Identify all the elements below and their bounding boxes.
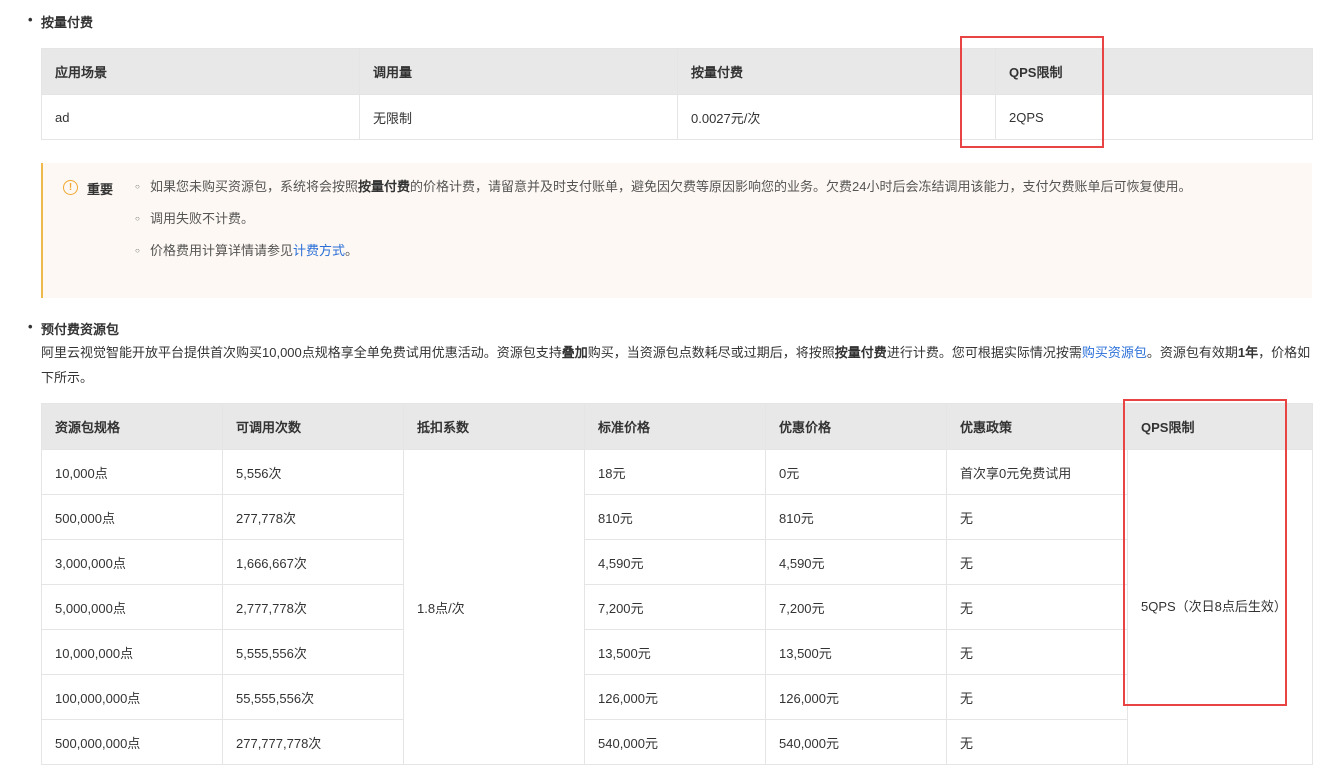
header-cell: 抵扣系数 xyxy=(403,403,585,450)
table-row: 5,000,000点 2,777,778次 7,200元 7,200元 无 xyxy=(41,584,1313,630)
deduction-cell: 1.8点/次 xyxy=(403,449,585,765)
table-cell: 7,200元 xyxy=(765,584,947,630)
table-cell: 540,000元 xyxy=(765,719,947,765)
table-cell: 无 xyxy=(946,629,1128,675)
table-cell: 277,777,778次 xyxy=(222,719,404,765)
header-cell: 按量付费 xyxy=(677,48,996,95)
table-cell: ad xyxy=(41,94,360,140)
table-row: 10,000点 5,556次 1.8点/次 18元 0元 首次享0元免费试用 5… xyxy=(41,449,1313,765)
section-title-prepaid: 预付费资源包 xyxy=(28,319,119,338)
list-item: 价格费用计算详情请参见计费方式。 xyxy=(135,239,1285,263)
table-cell: 首次享0元免费试用 xyxy=(946,449,1128,495)
table-cell: 126,000元 xyxy=(584,674,766,720)
header-cell: 优惠政策 xyxy=(946,403,1128,450)
table-cell: 55,555,556次 xyxy=(222,674,404,720)
list-item: 调用失败不计费。 xyxy=(135,207,1285,231)
table-cell: 0.0027元/次 xyxy=(677,94,996,140)
table-cell: 7,200元 xyxy=(584,584,766,630)
table-row: 500,000点 277,778次 810元 810元 无 xyxy=(41,494,1313,540)
table-cell: 13,500元 xyxy=(584,629,766,675)
highlight-box-qps xyxy=(960,36,1104,148)
table-cell: 5,556次 xyxy=(222,449,404,495)
table-cell: 3,000,000点 xyxy=(41,539,223,585)
table-cell: 4,590元 xyxy=(765,539,947,585)
table-cell: 无 xyxy=(946,719,1128,765)
table-header-row: 资源包规格 可调用次数 抵扣系数 标准价格 优惠价格 优惠政策 QPS限制 xyxy=(41,403,1313,450)
warning-icon: ! xyxy=(63,180,78,195)
table-cell: 810元 xyxy=(584,494,766,540)
header-cell: 资源包规格 xyxy=(41,403,223,450)
table-row: 10,000,000点 5,555,556次 13,500元 13,500元 无 xyxy=(41,629,1313,675)
table-cell: 500,000,000点 xyxy=(41,719,223,765)
table-cell: 无 xyxy=(946,494,1128,540)
header-cell: 应用场景 xyxy=(41,48,360,95)
table-cell: 100,000,000点 xyxy=(41,674,223,720)
table-cell: 无限制 xyxy=(359,94,678,140)
table-row: 3,000,000点 1,666,667次 4,590元 4,590元 无 xyxy=(41,539,1313,585)
table-cell: 无 xyxy=(946,674,1128,720)
list-item: 如果您未购买资源包，系统将会按照按量付费的价格计费，请留意并及时支付账单，避免因… xyxy=(135,175,1285,199)
table-cell: 0元 xyxy=(765,449,947,495)
table-header-row: 应用场景 调用量 按量付费 QPS限制 xyxy=(41,48,1313,95)
notice-title: 重要 xyxy=(87,182,114,197)
table-cell: 500,000点 xyxy=(41,494,223,540)
buy-resource-pack-link[interactable]: 购买资源包 xyxy=(1082,345,1147,360)
table-cell: 277,778次 xyxy=(222,494,404,540)
table-cell: 无 xyxy=(946,584,1128,630)
table-cell: 5,555,556次 xyxy=(222,629,404,675)
table-row: 100,000,000点 55,555,556次 126,000元 126,00… xyxy=(41,674,1313,720)
table-cell: 1,666,667次 xyxy=(222,539,404,585)
notice-list: 如果您未购买资源包，系统将会按照按量付费的价格计费，请留意并及时支付账单，避免因… xyxy=(135,175,1285,271)
pay-as-you-go-table: 应用场景 调用量 按量付费 QPS限制 ad 无限制 0.0027元/次 2QP… xyxy=(41,48,1313,140)
table-cell: 4,590元 xyxy=(584,539,766,585)
table-row: ad 无限制 0.0027元/次 2QPS xyxy=(41,94,1313,140)
header-cell: 标准价格 xyxy=(584,403,766,450)
table-cell: 18元 xyxy=(584,449,766,495)
billing-method-link[interactable]: 计费方式 xyxy=(293,243,345,258)
table-cell: 10,000,000点 xyxy=(41,629,223,675)
header-cell: 优惠价格 xyxy=(765,403,947,450)
section-title-pay-as-you-go: 按量付费 xyxy=(28,12,93,31)
highlight-box-qps-prepaid xyxy=(1123,399,1287,706)
table-cell: 13,500元 xyxy=(765,629,947,675)
table-cell: 2,777,778次 xyxy=(222,584,404,630)
table-cell: 5,000,000点 xyxy=(41,584,223,630)
table-cell: 126,000元 xyxy=(765,674,947,720)
table-row: 500,000,000点 277,777,778次 540,000元 540,0… xyxy=(41,719,1313,765)
header-cell: 可调用次数 xyxy=(222,403,404,450)
important-notice: ! 重要 如果您未购买资源包，系统将会按照按量付费的价格计费，请留意并及时支付账… xyxy=(41,163,1312,298)
table-cell: 540,000元 xyxy=(584,719,766,765)
table-cell: 810元 xyxy=(765,494,947,540)
table-cell: 无 xyxy=(946,539,1128,585)
prepaid-description: 阿里云视觉智能开放平台提供首次购买10,000点规格享全单免费试用优惠活动。资源… xyxy=(41,345,1311,385)
header-cell: 调用量 xyxy=(359,48,678,95)
table-cell: 10,000点 xyxy=(41,449,223,495)
